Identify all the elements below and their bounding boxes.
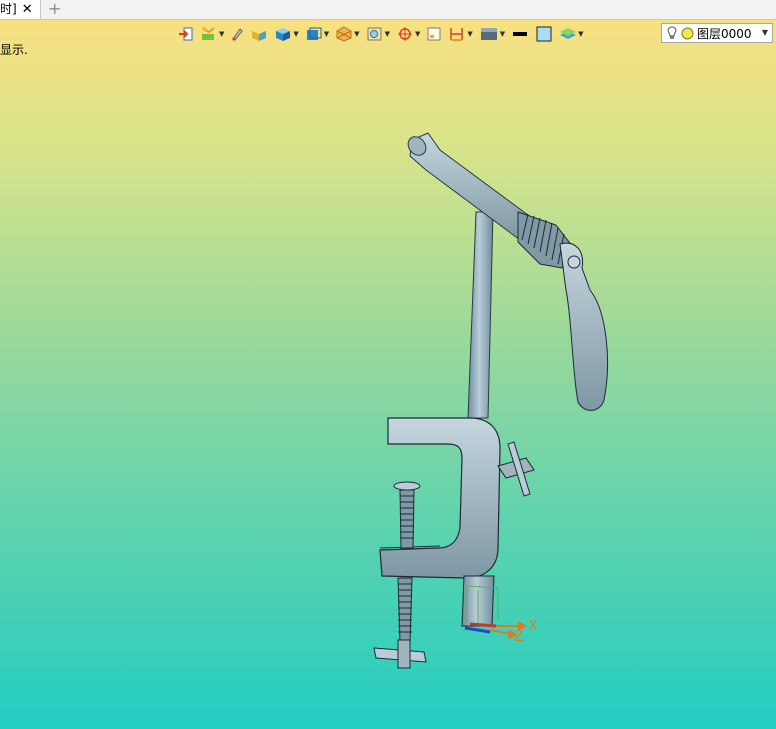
c-clamp — [379, 417, 501, 627]
vise-head — [407, 132, 609, 411]
z-axis-label: Z — [514, 629, 524, 645]
side-thumb-screw — [497, 441, 535, 497]
x-axis-label: X — [528, 618, 538, 634]
vise-model: X Z — [373, 132, 609, 669]
vertical-stem — [467, 211, 494, 419]
